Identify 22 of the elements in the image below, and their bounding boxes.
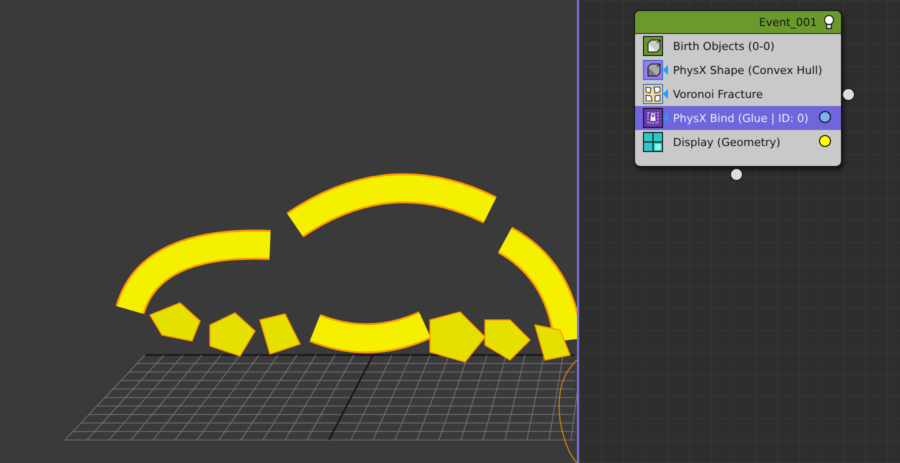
operator-row[interactable]: Voronoi Fracture bbox=[635, 82, 841, 106]
operator-label: PhysX Shape (Convex Hull) bbox=[673, 64, 822, 76]
grid-icon bbox=[643, 132, 663, 152]
operator-row[interactable]: PhysX Shape (Convex Hull) bbox=[635, 58, 841, 82]
lock-icon bbox=[643, 108, 663, 128]
light-bulb-icon bbox=[823, 15, 835, 29]
operator-label: Birth Objects (0-0) bbox=[673, 40, 775, 52]
event-node[interactable]: Event_001 Birth Objects (0-0) PhysX Shape (Convex Hull) Voronoi Fracture PhysX Bind (Glue | ID: 0) Display (Geometry) bbox=[634, 10, 842, 167]
input-port[interactable] bbox=[730, 168, 743, 181]
operator-row[interactable]: Birth Objects (0-0) bbox=[635, 34, 841, 58]
cube-icon bbox=[643, 36, 663, 56]
operator-label: Voronoi Fracture bbox=[673, 88, 763, 100]
operator-label: PhysX Bind (Glue | ID: 0) bbox=[673, 112, 808, 124]
fragments-icon bbox=[643, 84, 663, 104]
cube-icon bbox=[643, 60, 663, 80]
node-title: Event_001 bbox=[758, 16, 817, 28]
operator-row[interactable]: Display (Geometry) bbox=[635, 130, 841, 154]
port-dot[interactable] bbox=[819, 135, 831, 147]
output-port[interactable] bbox=[842, 88, 855, 101]
port-dot[interactable] bbox=[819, 111, 831, 123]
operator-label: Display (Geometry) bbox=[673, 136, 780, 148]
operator-row[interactable]: PhysX Bind (Glue | ID: 0) bbox=[635, 106, 841, 130]
